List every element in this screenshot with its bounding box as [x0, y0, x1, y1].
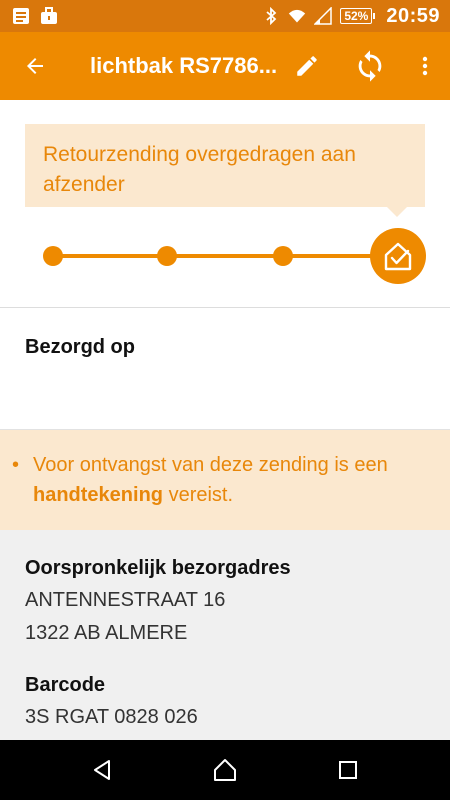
more-options-button[interactable] [400, 32, 450, 100]
system-nav-bar [0, 740, 450, 800]
progress-step-final [370, 228, 426, 284]
address-line-2: 1322 AB ALMERE [25, 622, 188, 644]
notice-text: Voor ontvangst van deze zending is een h… [33, 450, 430, 510]
progress-step-2 [157, 246, 177, 266]
notice-text-start: Voor ontvangst van deze zending is een [33, 454, 388, 476]
shipment-status-card: Retourzending overgedragen aan afzender [25, 124, 425, 217]
page-title: lichtbak RS7786... [90, 53, 278, 78]
bluetooth-icon [262, 7, 280, 25]
signature-notice: • Voor ontvangst van deze zending is een… [0, 430, 450, 530]
notice-text-bold: handtekening [33, 484, 164, 506]
clock: 20:59 [386, 4, 440, 27]
app-bar: lichtbak RS7786... [0, 32, 450, 100]
divider [0, 307, 450, 308]
shipment-status-message: Retourzending overgedragen aan afzender [43, 143, 356, 196]
barcode-value: 3S RGAT 0828 026 [25, 706, 198, 728]
document-icon [12, 7, 30, 25]
original-address-label: Oorspronkelijk bezorgadres [25, 557, 291, 579]
home-icon [213, 759, 236, 781]
back-triangle-icon [93, 760, 110, 780]
delivered-on-label: Bezorgd op [25, 336, 135, 358]
back-button[interactable] [0, 32, 70, 100]
progress-line [52, 254, 392, 258]
nav-recents-button[interactable] [318, 740, 378, 800]
status-right: 52% 20:59 [262, 5, 440, 28]
home-check-icon [384, 242, 412, 271]
recents-icon [339, 761, 358, 779]
progress-step-1 [43, 246, 63, 266]
battery-indicator: 52% [340, 8, 376, 24]
refresh-icon [358, 50, 382, 82]
progress-step-3 [273, 246, 293, 266]
nav-back-button[interactable] [72, 740, 132, 800]
signal-icon [314, 7, 333, 25]
address-line-1: ANTENNESTRAAT 16 [25, 589, 226, 611]
briefcase-icon [40, 7, 58, 25]
more-vert-icon [422, 56, 428, 76]
shipment-details: Oorspronkelijk bezorgadres ANTENNESTRAAT… [0, 530, 450, 740]
nav-home-button[interactable] [195, 740, 255, 800]
arrow-left-icon [27, 58, 43, 74]
bullet: • [12, 454, 20, 476]
status-left [12, 7, 58, 25]
notice-text-end: vereist. [163, 484, 234, 506]
wifi-icon [288, 7, 306, 25]
app-bar-actions [277, 32, 450, 100]
edit-icon [297, 56, 317, 76]
refresh-button[interactable] [340, 32, 400, 100]
barcode-label: Barcode [25, 674, 106, 696]
progress-tracker [0, 225, 450, 285]
status-bar: 52% 20:59 [0, 0, 450, 32]
edit-button[interactable] [277, 32, 337, 100]
